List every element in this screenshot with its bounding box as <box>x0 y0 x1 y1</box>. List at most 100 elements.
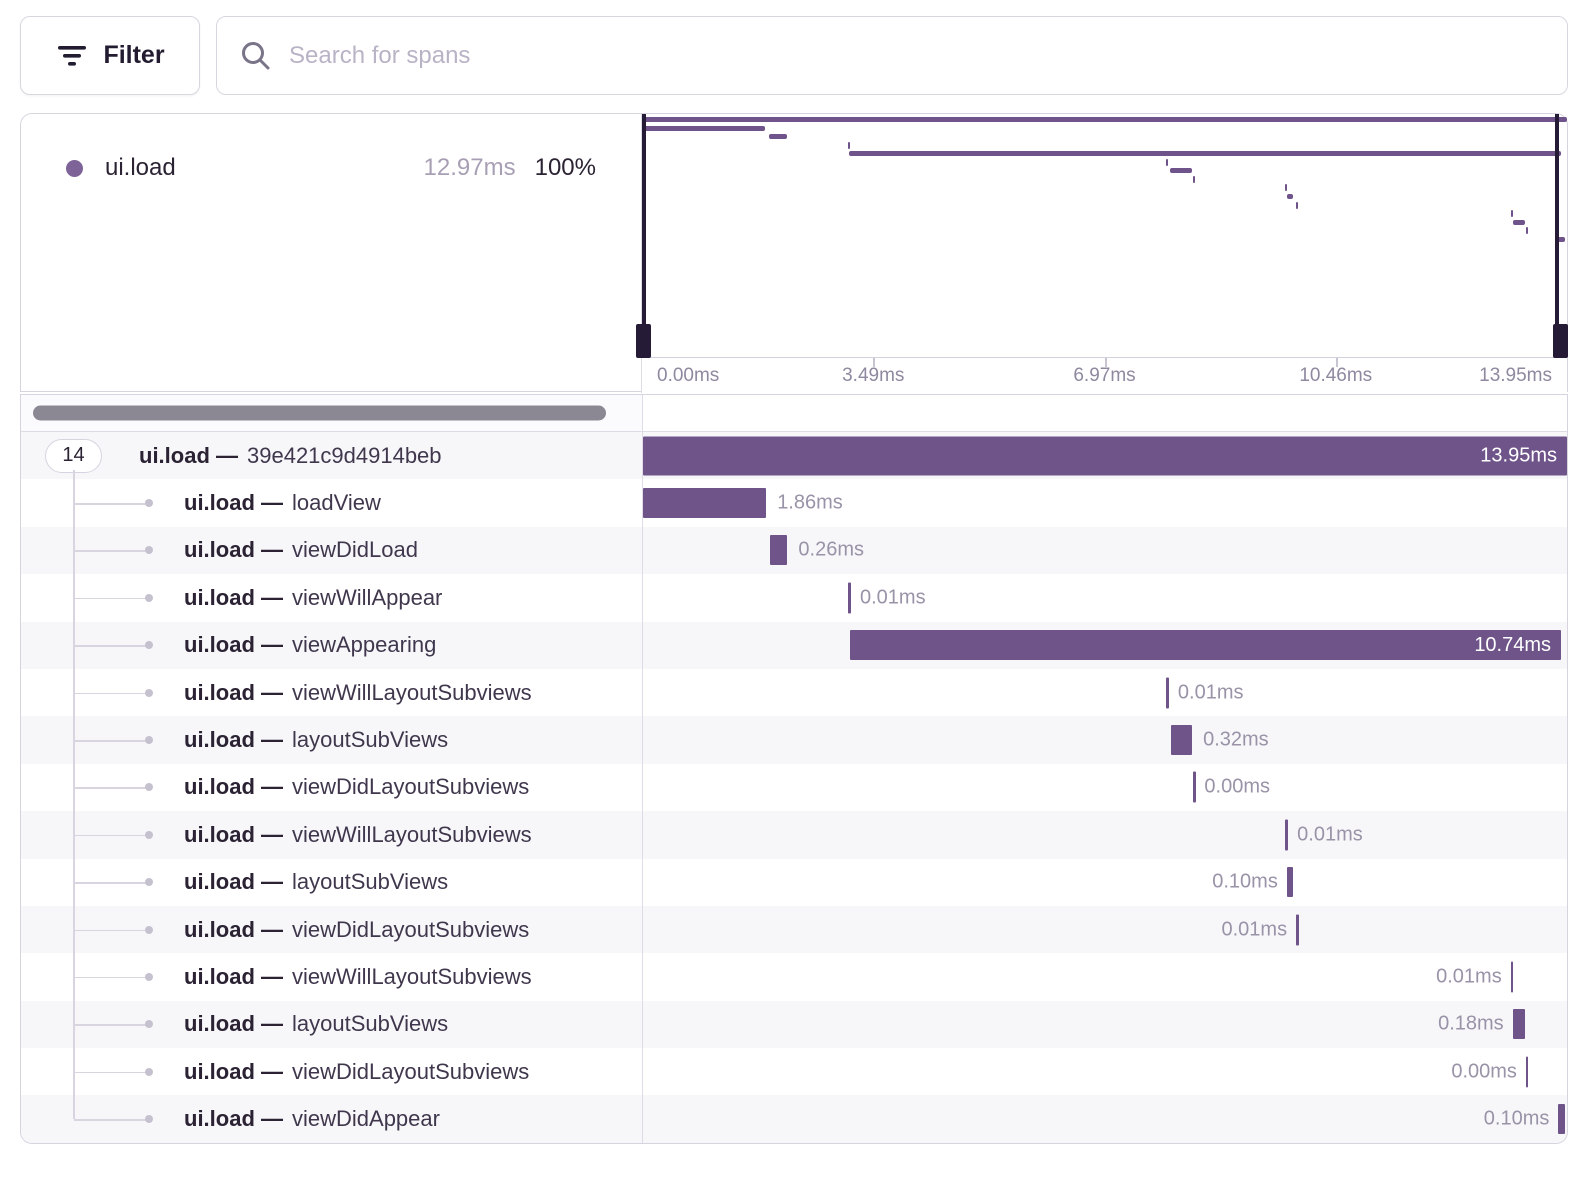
minimap-left-handle-line <box>642 114 646 357</box>
span-bar[interactable] <box>1193 772 1196 803</box>
span-bar[interactable] <box>1285 819 1288 850</box>
span-bar[interactable] <box>1558 1104 1565 1134</box>
span-tree-cell: 14ui.load —39e421c9d4914beb <box>21 432 642 479</box>
span-row[interactable]: ui.load —layoutSubViews0.10ms <box>21 859 1567 906</box>
minimap-right-drag-handle[interactable] <box>1553 324 1568 358</box>
tree-branch <box>74 740 146 742</box>
search-input[interactable] <box>289 42 1545 70</box>
span-bar[interactable] <box>1513 1009 1525 1039</box>
tree-branch <box>74 1024 146 1026</box>
minimap-span <box>848 142 850 149</box>
span-bar[interactable] <box>1287 867 1294 897</box>
span-row[interactable]: ui.load —viewWillLayoutSubviews0.01ms <box>21 811 1567 858</box>
span-row[interactable]: ui.load —viewWillLayoutSubviews 0.01ms <box>21 953 1567 1000</box>
axis-tick-label: 3.49ms <box>842 365 904 387</box>
span-bar[interactable]: 13.95ms <box>643 436 1567 475</box>
tree-branch <box>74 550 146 552</box>
horizontal-scrollbar-thumb[interactable] <box>33 406 606 421</box>
minimap-span <box>1526 227 1528 234</box>
tree-branch-dot <box>145 689 153 697</box>
axis-tick-mark <box>1105 358 1107 367</box>
span-tree-cell: ui.load —viewDidLayoutSubviews <box>21 1048 642 1095</box>
span-row[interactable]: ui.load —viewDidLayoutSubviews0.00ms <box>21 764 1567 811</box>
tree-branch-dot <box>145 831 153 839</box>
span-waterfall-cell: 0.01ms <box>642 953 1567 1000</box>
span-tree-cell: ui.load —viewDidLayoutSubviews <box>21 906 642 953</box>
span-label: ui.load —viewDidLoad <box>184 527 418 574</box>
span-row[interactable]: ui.load —viewWillAppear 0.01ms <box>21 574 1567 621</box>
minimap-left-drag-handle[interactable] <box>636 324 651 358</box>
span-row[interactable]: ui.load —viewAppearing 10.74ms <box>21 622 1567 669</box>
span-row[interactable]: ui.load —layoutSubViews0.18ms <box>21 1001 1567 1048</box>
tree-branch-dot <box>145 1068 153 1076</box>
tree-branch <box>74 1072 146 1074</box>
axis-tick-mark <box>873 358 875 367</box>
span-bar[interactable] <box>1526 1056 1529 1087</box>
tree-branch-dot <box>145 594 153 602</box>
span-bar[interactable] <box>1166 677 1169 708</box>
span-bar[interactable] <box>1171 725 1192 755</box>
minimap-span <box>642 126 765 131</box>
span-bar[interactable] <box>1296 914 1299 945</box>
minimap-span <box>769 134 786 139</box>
span-bar[interactable]: 10.74ms <box>850 630 1561 660</box>
span-label: ui.load —viewWillLayoutSubviews <box>184 811 532 858</box>
span-label: ui.load —viewAppearing <box>184 622 436 669</box>
tree-connector <box>73 470 75 479</box>
axis-tick-mark <box>1336 358 1338 367</box>
tree-branch <box>74 645 146 647</box>
tree-branch <box>74 598 146 600</box>
timeline-axis: 0.00ms3.49ms6.97ms10.46ms13.95ms <box>642 357 1567 393</box>
span-bar[interactable] <box>643 488 766 518</box>
span-duration-label: 0.10ms <box>1212 871 1278 894</box>
span-row[interactable]: ui.load —viewDidLayoutSubviews 0.00ms <box>21 1048 1567 1095</box>
span-tree-cell: ui.load —viewAppearing <box>21 622 642 669</box>
span-waterfall-cell: 0.10ms <box>642 1095 1567 1142</box>
trace-minimap[interactable] <box>642 114 1567 357</box>
tree-branch-dot <box>145 926 153 934</box>
tree-branch <box>74 882 146 884</box>
span-label: ui.load —viewWillLayoutSubviews <box>184 953 532 1000</box>
span-label: ui.load —viewWillAppear <box>184 574 442 621</box>
span-waterfall-cell: 13.95ms <box>642 432 1567 479</box>
span-duration-label: 0.26ms <box>798 539 864 562</box>
span-row[interactable]: ui.load —viewDidLoad 0.26ms <box>21 527 1567 574</box>
span-duration-label: 10.74ms <box>1474 634 1561 657</box>
minimap-span <box>1193 176 1195 183</box>
span-duration-label: 0.18ms <box>1438 1013 1504 1036</box>
tree-branch-dot <box>145 973 153 981</box>
tree-branch <box>74 977 146 979</box>
span-row[interactable]: ui.load —layoutSubViews0.32ms <box>21 716 1567 763</box>
tree-connector <box>73 1095 75 1119</box>
trace-view-page: Filter ui.load 12.97ms 100% <box>0 0 1588 1144</box>
minimap-span <box>1513 220 1525 225</box>
span-label: ui.load —viewWillLayoutSubviews <box>184 669 532 716</box>
span-row[interactable]: ui.load —viewDidLayoutSubviews0.01ms <box>21 906 1567 953</box>
axis-tick-label: 6.97ms <box>1073 365 1135 387</box>
span-duration-label: 0.10ms <box>1484 1108 1550 1131</box>
span-bar[interactable] <box>848 582 851 613</box>
span-duration-label: 1.86ms <box>777 492 843 515</box>
span-waterfall-cell: 0.01ms <box>642 574 1567 621</box>
span-label: ui.load —loadView <box>184 479 381 526</box>
tree-branch-dot <box>145 783 153 791</box>
span-row[interactable]: 14ui.load —39e421c9d4914beb13.95ms <box>21 432 1567 479</box>
trace-duration: 12.97ms <box>424 154 516 182</box>
filter-button-label: Filter <box>103 41 164 70</box>
span-tree-cell: ui.load —viewWillLayoutSubviews <box>21 669 642 716</box>
tree-branch <box>74 930 146 932</box>
span-bar[interactable] <box>770 535 787 565</box>
span-waterfall-cell: 0.26ms <box>642 527 1567 574</box>
tree-branch <box>74 693 146 695</box>
span-row[interactable]: ui.load —loadView 1.86ms <box>21 479 1567 526</box>
minimap-span <box>1287 194 1294 199</box>
minimap-span <box>1170 168 1191 173</box>
children-count-badge[interactable]: 14 <box>45 439 102 473</box>
span-waterfall-cell: 0.18ms <box>642 1001 1567 1048</box>
span-row[interactable]: ui.load —viewDidAppear0.10ms <box>21 1095 1567 1142</box>
span-row[interactable]: ui.load —viewWillLayoutSubviews0.01ms <box>21 669 1567 716</box>
filter-button[interactable]: Filter <box>20 16 200 95</box>
span-duration-label: 0.00ms <box>1451 1060 1517 1083</box>
span-bar[interactable] <box>1511 961 1514 992</box>
search-box <box>216 16 1568 95</box>
